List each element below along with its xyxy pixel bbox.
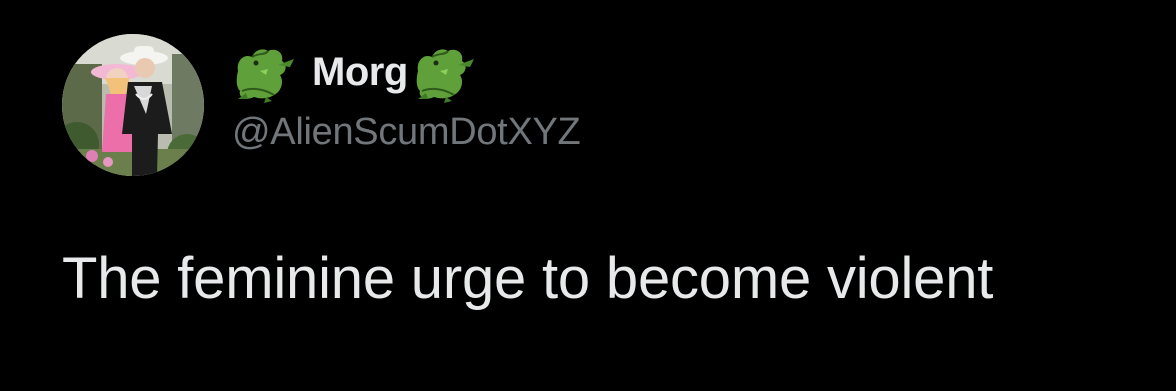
user-handle[interactable]: @AlienScumDotXYZ: [232, 113, 581, 151]
display-name[interactable]: Morg: [312, 52, 408, 92]
author-name-row[interactable]: Morg: [232, 40, 482, 104]
alligator-icon: [236, 49, 294, 103]
avatar[interactable]: [62, 34, 204, 176]
alligator-icon: [416, 49, 474, 103]
tweet-text: The feminine urge to become violent: [62, 246, 994, 311]
tweet-card: Morg @AlienScumDotXYZ The feminine urge …: [0, 0, 1176, 391]
avatar-photo: [62, 34, 204, 176]
